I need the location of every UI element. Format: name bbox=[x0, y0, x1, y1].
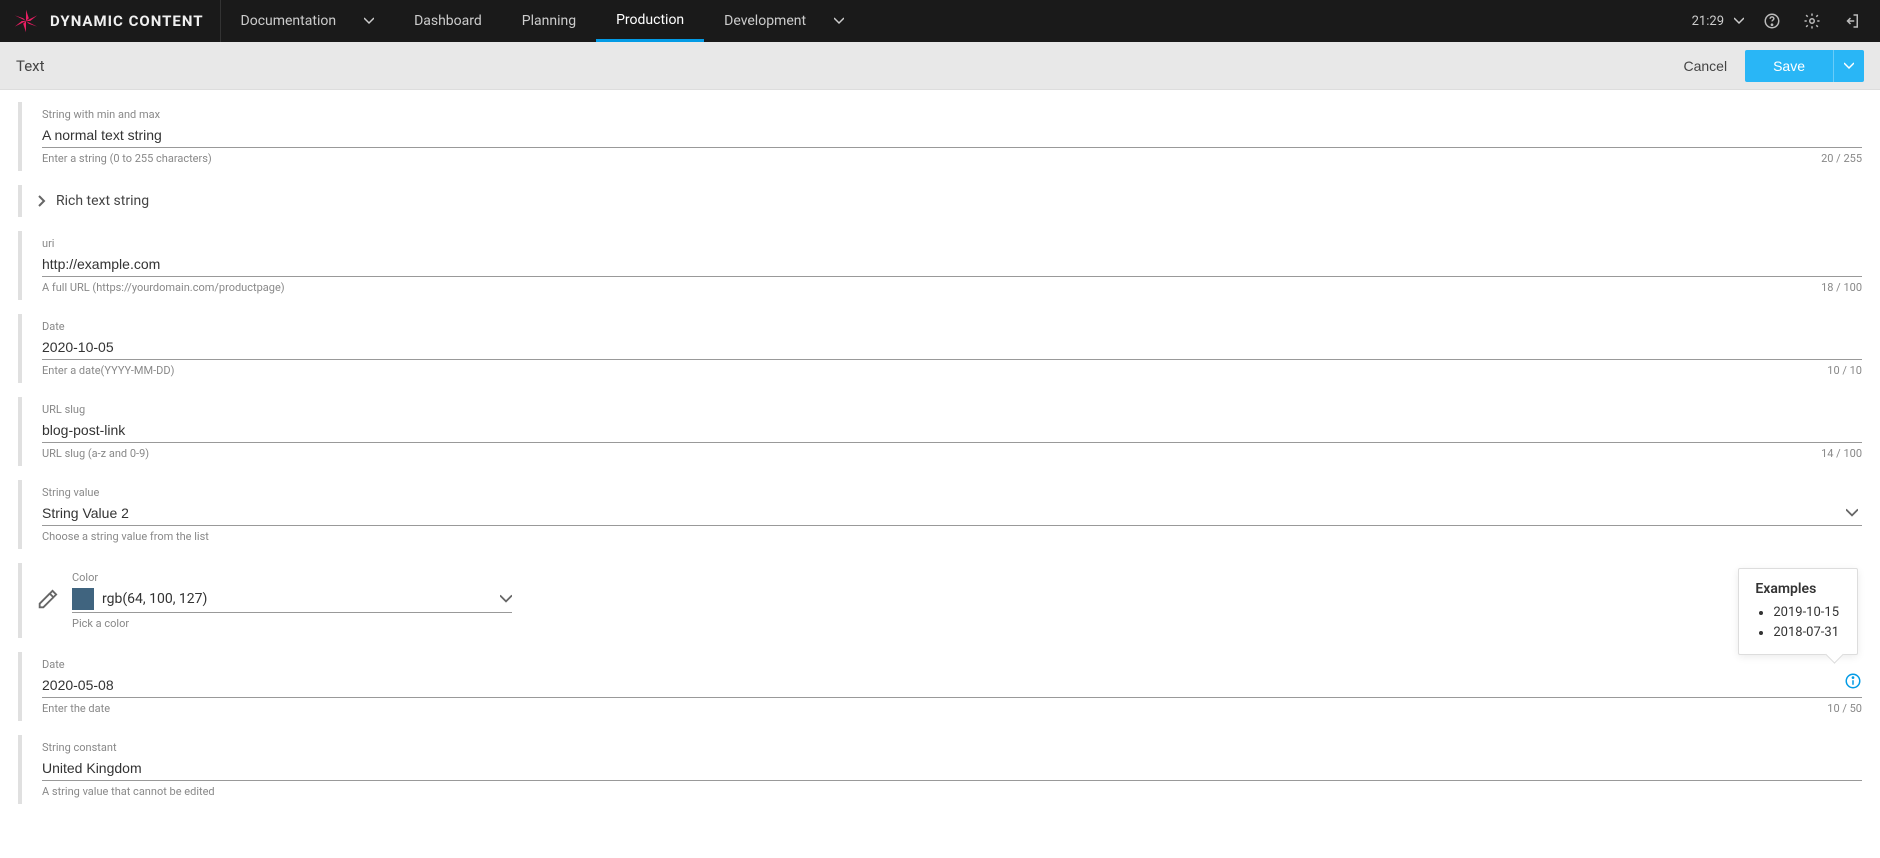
info-button[interactable] bbox=[1844, 672, 1862, 694]
field-color: Color rgb(64, 100, 127) Pick a color bbox=[18, 563, 1862, 638]
form-area: String with min and max Enter a string (… bbox=[0, 90, 1880, 858]
field-label: Date bbox=[42, 658, 1862, 671]
chevron-down-icon bbox=[1734, 16, 1744, 26]
field-counter: 14 / 100 bbox=[1821, 447, 1862, 460]
string-minmax-input[interactable] bbox=[42, 123, 1862, 148]
nav-right: 21:29 bbox=[1692, 9, 1868, 33]
info-icon bbox=[1844, 672, 1862, 690]
field-string-value: String value Choose a string value from … bbox=[18, 480, 1862, 549]
string-value-select[interactable] bbox=[42, 501, 1862, 526]
field-helper: Enter a date(YYYY-MM-DD) bbox=[42, 364, 174, 377]
top-nav: DYNAMIC CONTENT Documentation Dashboard … bbox=[0, 0, 1880, 42]
field-helper: Enter the date bbox=[42, 702, 110, 715]
save-button[interactable]: Save bbox=[1745, 50, 1833, 82]
field-rich-text-toggle[interactable]: Rich text string bbox=[18, 185, 1862, 217]
page-title: Text bbox=[16, 57, 45, 75]
field-helper: A string value that cannot be edited bbox=[42, 785, 215, 798]
time-value: 21:29 bbox=[1692, 14, 1724, 29]
brand-logo-icon bbox=[12, 7, 40, 35]
brand-name: DYNAMIC CONTENT bbox=[50, 12, 204, 30]
cancel-button[interactable]: Cancel bbox=[1683, 58, 1727, 74]
eyedropper-icon[interactable] bbox=[36, 589, 58, 611]
nav-items: Documentation Dashboard Planning Product… bbox=[221, 0, 865, 42]
color-select[interactable]: rgb(64, 100, 127) bbox=[72, 586, 512, 613]
time-display[interactable]: 21:29 bbox=[1692, 14, 1744, 29]
field-string-constant: String constant A string value that cann… bbox=[18, 735, 1862, 804]
nav-item-documentation[interactable]: Documentation bbox=[221, 0, 395, 42]
field-label: Date bbox=[42, 320, 1862, 333]
uri-input[interactable] bbox=[42, 252, 1862, 277]
date-input-2[interactable] bbox=[42, 673, 1862, 698]
date-input[interactable] bbox=[42, 335, 1862, 360]
examples-tooltip: Examples 2019-10-15 2018-07-31 bbox=[1738, 568, 1858, 655]
chevron-down-icon bbox=[500, 593, 512, 605]
field-helper: Choose a string value from the list bbox=[42, 530, 209, 543]
field-label: String constant bbox=[42, 741, 1862, 754]
logout-button[interactable] bbox=[1840, 9, 1864, 33]
brand[interactable]: DYNAMIC CONTENT bbox=[0, 0, 221, 42]
chevron-down-icon bbox=[364, 16, 374, 26]
nav-item-development[interactable]: Development bbox=[704, 0, 864, 42]
field-label: URL slug bbox=[42, 403, 1862, 416]
field-helper: A full URL (https://yourdomain.com/produ… bbox=[42, 281, 285, 294]
save-dropdown-button[interactable] bbox=[1833, 50, 1864, 82]
example-item: 2018-07-31 bbox=[1773, 623, 1839, 643]
settings-button[interactable] bbox=[1800, 9, 1824, 33]
field-label: String with min and max bbox=[42, 108, 1862, 121]
field-counter: 10 / 10 bbox=[1827, 364, 1862, 377]
field-helper: URL slug (a-z and 0-9) bbox=[42, 447, 149, 460]
gear-icon bbox=[1803, 12, 1821, 30]
field-date: Date Enter a date(YYYY-MM-DD) 10 / 10 bbox=[18, 314, 1862, 383]
example-item: 2019-10-15 bbox=[1773, 603, 1839, 623]
color-swatch bbox=[72, 588, 94, 610]
string-constant-input bbox=[42, 756, 1862, 781]
field-date-examples: Date Enter the date 10 / 50 Examples 201… bbox=[18, 652, 1862, 721]
nav-item-label: Production bbox=[616, 12, 684, 28]
field-label: Color bbox=[72, 571, 512, 584]
field-label: Rich text string bbox=[56, 193, 149, 209]
field-helper: Pick a color bbox=[72, 617, 129, 630]
field-helper: Enter a string (0 to 255 characters) bbox=[42, 152, 212, 165]
tooltip-title: Examples bbox=[1755, 581, 1839, 597]
nav-item-label: Planning bbox=[522, 13, 576, 29]
nav-item-label: Development bbox=[724, 13, 806, 29]
color-value: rgb(64, 100, 127) bbox=[102, 591, 500, 607]
chevron-down-icon bbox=[834, 16, 844, 26]
field-uri: uri A full URL (https://yourdomain.com/p… bbox=[18, 231, 1862, 300]
save-button-group: Save bbox=[1745, 50, 1864, 82]
chevron-down-icon bbox=[1846, 507, 1858, 519]
field-counter: 20 / 255 bbox=[1821, 152, 1862, 165]
field-counter: 10 / 50 bbox=[1827, 702, 1862, 715]
field-label: uri bbox=[42, 237, 1862, 250]
subheader-actions: Cancel Save bbox=[1683, 50, 1864, 82]
logout-icon bbox=[1843, 12, 1861, 30]
url-slug-input[interactable] bbox=[42, 418, 1862, 443]
nav-item-label: Documentation bbox=[241, 13, 337, 29]
field-counter: 18 / 100 bbox=[1821, 281, 1862, 294]
field-url-slug: URL slug URL slug (a-z and 0-9) 14 / 100 bbox=[18, 397, 1862, 466]
nav-item-production[interactable]: Production bbox=[596, 0, 704, 42]
help-icon bbox=[1763, 12, 1781, 30]
chevron-down-icon bbox=[1844, 61, 1854, 71]
field-label: String value bbox=[42, 486, 1862, 499]
string-value-display[interactable] bbox=[42, 501, 1862, 526]
nav-item-planning[interactable]: Planning bbox=[502, 0, 596, 42]
subheader: Text Cancel Save bbox=[0, 42, 1880, 90]
nav-item-label: Dashboard bbox=[414, 13, 482, 29]
chevron-right-icon bbox=[36, 195, 48, 207]
nav-item-dashboard[interactable]: Dashboard bbox=[394, 0, 502, 42]
help-button[interactable] bbox=[1760, 9, 1784, 33]
field-string-minmax: String with min and max Enter a string (… bbox=[18, 102, 1862, 171]
